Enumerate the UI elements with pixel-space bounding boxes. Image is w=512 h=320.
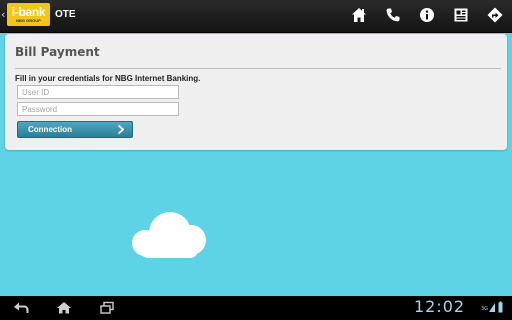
- directions-icon[interactable]: [487, 7, 503, 23]
- password-input[interactable]: [17, 102, 179, 116]
- system-bar: 12:02 3G: [0, 296, 512, 320]
- chevron-right-icon: [117, 125, 124, 134]
- bill-payment-card: Bill Payment Fill in your credentials fo…: [5, 34, 507, 150]
- recent-apps-icon[interactable]: [98, 301, 116, 315]
- phone-icon[interactable]: [385, 7, 401, 23]
- divider: [15, 68, 501, 69]
- connection-button[interactable]: Connection: [17, 121, 133, 138]
- home-icon[interactable]: [351, 7, 367, 23]
- info-icon[interactable]: [419, 7, 435, 23]
- back-icon[interactable]: [12, 301, 30, 315]
- clock: 12:02: [414, 297, 466, 316]
- signal-icon: [489, 303, 495, 312]
- action-bar: ‹ i-bank NBG GROUP OTE: [0, 0, 512, 33]
- app-title: OTE: [55, 9, 76, 20]
- page-title: Bill Payment: [15, 45, 100, 59]
- user-id-input[interactable]: [17, 85, 179, 99]
- battery-icon: [498, 301, 503, 313]
- contacts-icon[interactable]: [453, 7, 469, 23]
- logo-text: i-bank: [11, 5, 46, 19]
- home-icon[interactable]: [55, 301, 73, 315]
- network-type: 3G: [481, 306, 489, 312]
- up-caret-icon[interactable]: ‹: [1, 9, 5, 21]
- instructions-text: Fill in your credentials for NBG Interne…: [15, 74, 201, 83]
- ibank-logo[interactable]: i-bank NBG GROUP: [7, 3, 50, 26]
- cloud-illustration: [132, 212, 206, 258]
- connection-button-label: Connection: [28, 125, 72, 134]
- logo-subtext: NBG GROUP: [16, 18, 41, 23]
